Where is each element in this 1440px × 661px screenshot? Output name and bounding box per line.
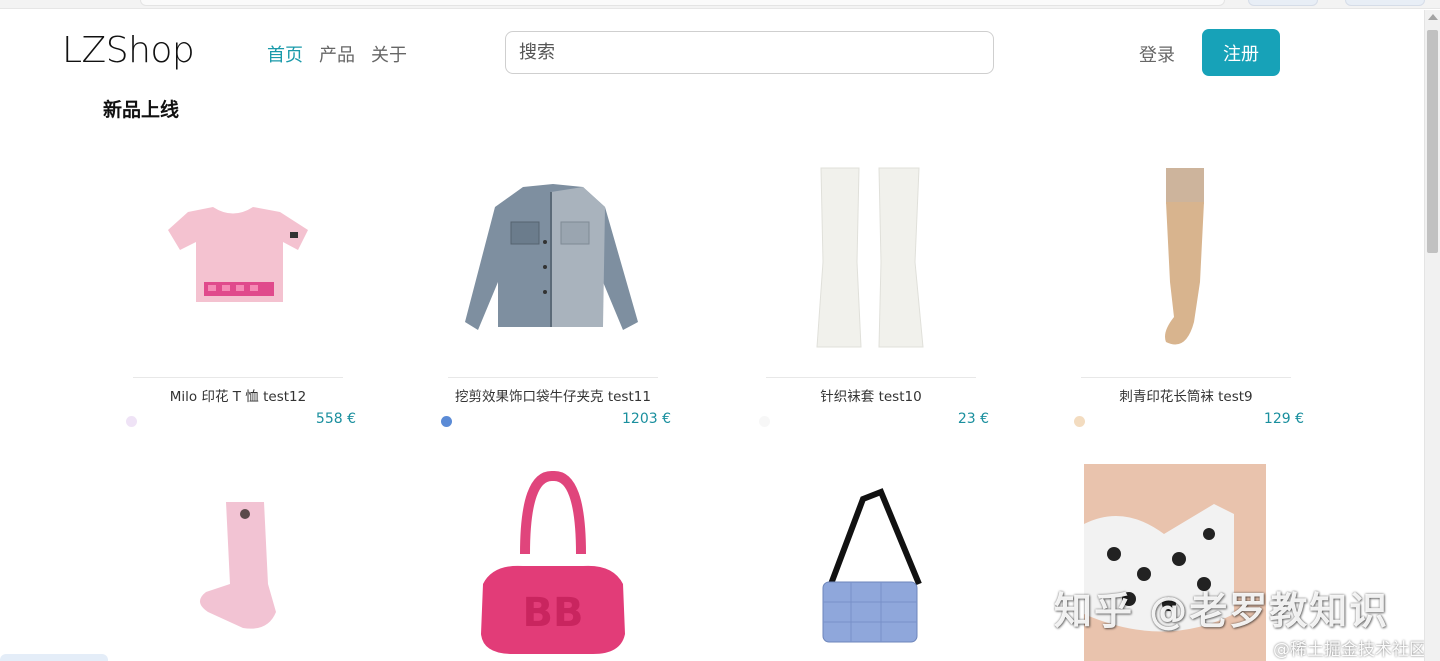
card-divider xyxy=(1081,377,1291,378)
toolbar-button-edge xyxy=(1345,0,1425,6)
pink-bag-image[interactable]: BB xyxy=(433,464,663,661)
denim-jacket-image[interactable] xyxy=(433,152,663,377)
knit-leg-warmers-image[interactable] xyxy=(751,152,981,377)
watermark-sub: @稀土掘金技术社区 xyxy=(1273,640,1426,660)
card-divider xyxy=(766,377,976,378)
product-price: 23 € xyxy=(957,411,989,427)
stocking-image[interactable] xyxy=(1066,152,1296,377)
search-input[interactable] xyxy=(505,31,994,74)
pink-sock-image[interactable] xyxy=(118,464,348,661)
section-title: 新品上线 xyxy=(103,99,180,121)
product-name[interactable]: 挖剪效果饰口袋牛仔夹克 test11 xyxy=(433,385,673,405)
svg-text:BB: BB xyxy=(523,590,584,636)
card-divider xyxy=(133,377,343,378)
navbar: LZShop 首页 产品 关于 登录 注册 xyxy=(0,10,1424,90)
scrollbar-thumb[interactable] xyxy=(1427,30,1438,253)
product-name[interactable]: 针织袜套 test10 xyxy=(751,385,991,405)
address-bar-edge xyxy=(140,0,1225,6)
scroll-up-arrow-icon[interactable] xyxy=(1428,14,1438,20)
color-swatch[interactable] xyxy=(441,416,452,427)
color-swatch[interactable] xyxy=(1074,416,1085,427)
color-swatch[interactable] xyxy=(126,416,137,427)
bottom-tab-edge xyxy=(0,654,108,661)
toolbar-button-edge xyxy=(1248,0,1318,6)
login-link[interactable]: 登录 xyxy=(1139,41,1175,67)
watermark: 知乎 @老罗教知识 xyxy=(1054,589,1390,633)
nav-link-about[interactable]: 关于 xyxy=(371,41,407,67)
pink-tshirt-image[interactable] xyxy=(118,152,348,377)
color-swatch[interactable] xyxy=(759,416,770,427)
blue-crossbody-bag-image[interactable] xyxy=(751,464,981,661)
product-name[interactable]: Milo 印花 T 恤 test12 xyxy=(118,385,358,405)
card-divider xyxy=(448,377,658,378)
product-price: 129 € xyxy=(1263,411,1304,427)
product-name[interactable]: 刺青印花长筒袜 test9 xyxy=(1066,385,1306,405)
nav-links: 首页 产品 关于 xyxy=(267,41,407,67)
nav-link-products[interactable]: 产品 xyxy=(319,41,355,67)
product-price: 558 € xyxy=(315,411,356,427)
register-button[interactable]: 注册 xyxy=(1202,29,1280,76)
logo[interactable]: LZShop xyxy=(62,30,195,71)
product-price: 1203 € xyxy=(622,411,671,427)
nav-link-home[interactable]: 首页 xyxy=(267,41,303,67)
scrollbar[interactable] xyxy=(1424,10,1440,661)
browser-top-strip xyxy=(0,0,1440,9)
